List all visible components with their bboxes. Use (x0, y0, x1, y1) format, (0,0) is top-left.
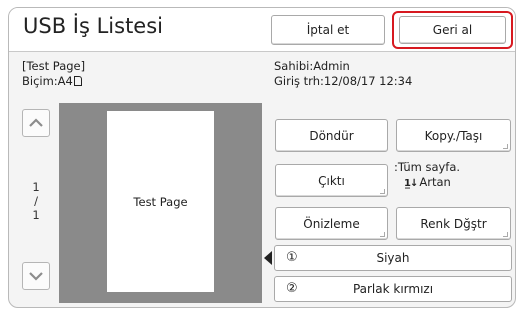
undo-button-label: Geri al (432, 23, 473, 37)
output-button-label: Çıktı (318, 173, 345, 188)
sort-order: Artan (419, 175, 451, 189)
ascending-sort-icon: 1̲↓ (404, 178, 418, 189)
page-total: 1 (32, 208, 40, 222)
job-name: [Test Page] (22, 59, 86, 73)
page-current: 1 (32, 180, 40, 194)
submenu-corner-icon (503, 144, 508, 149)
page-counter: 1 / 1 (22, 180, 50, 222)
chevron-up-icon (29, 118, 43, 127)
scroll-up-button[interactable] (22, 109, 50, 137)
drum-2-color: Parlak kırmızı (352, 282, 434, 296)
copy-move-button-label: Kopy./Taşı (424, 128, 483, 143)
submenu-corner-icon (503, 232, 508, 237)
color-change-button-label: Renk Dğştr (420, 216, 487, 231)
cancel-button-label: İptal et (306, 23, 350, 37)
preview-area: Test Page (59, 103, 262, 303)
usb-job-list-panel: USB İş Listesi İptal et Geri al [Test Pa… (8, 7, 516, 308)
page-separator: / (34, 194, 38, 208)
output-sort-info: :Tüm sayfa. 1̲↓ Artan (394, 160, 460, 191)
rotate-button-label: Döndür (309, 128, 354, 143)
scroll-down-button[interactable] (22, 262, 50, 290)
drum-1-color: Siyah (376, 251, 410, 265)
preview-button-label: Önizleme (303, 216, 360, 231)
output-button[interactable]: Çıktı (275, 164, 388, 197)
job-entry-date: Giriş trh:12/08/17 12:34 (274, 74, 413, 88)
chevron-down-icon (29, 272, 43, 281)
portrait-page-icon (73, 76, 82, 86)
sort-scope: :Tüm sayfa. (394, 160, 461, 174)
drum-2-button[interactable]: ② Parlak kırmızı (274, 276, 512, 302)
preview-page: Test Page (107, 111, 214, 292)
preview-button[interactable]: Önizleme (275, 207, 388, 240)
drum-1-button[interactable]: ① Siyah (274, 245, 512, 271)
job-format-row: Biçim:A4 (22, 74, 85, 89)
cancel-button[interactable]: İptal et (271, 15, 385, 45)
rotate-button[interactable]: Döndür (275, 119, 388, 152)
copy-move-button[interactable]: Kopy./Taşı (396, 119, 511, 152)
undo-button-highlight: Geri al (392, 11, 513, 49)
header-bar: USB İş Listesi İptal et Geri al (9, 8, 515, 52)
color-change-button[interactable]: Renk Dğştr (396, 207, 511, 240)
job-info-left: [Test Page] Biçim:A4 (22, 59, 85, 89)
job-info-right: Sahibi:Admin Giriş trh:12/08/17 12:34 (274, 59, 412, 89)
undo-button[interactable]: Geri al (399, 16, 506, 44)
job-owner: Sahibi:Admin (274, 59, 350, 73)
sort-order-row: 1̲↓ Artan (394, 175, 460, 191)
page-title: USB İş Listesi (23, 14, 163, 38)
submenu-corner-icon (380, 232, 385, 237)
preview-page-text: Test Page (133, 194, 188, 209)
submenu-corner-icon (380, 189, 385, 194)
selected-drum-arrow-icon (264, 251, 272, 265)
job-format: Biçim:A4 (22, 74, 73, 88)
